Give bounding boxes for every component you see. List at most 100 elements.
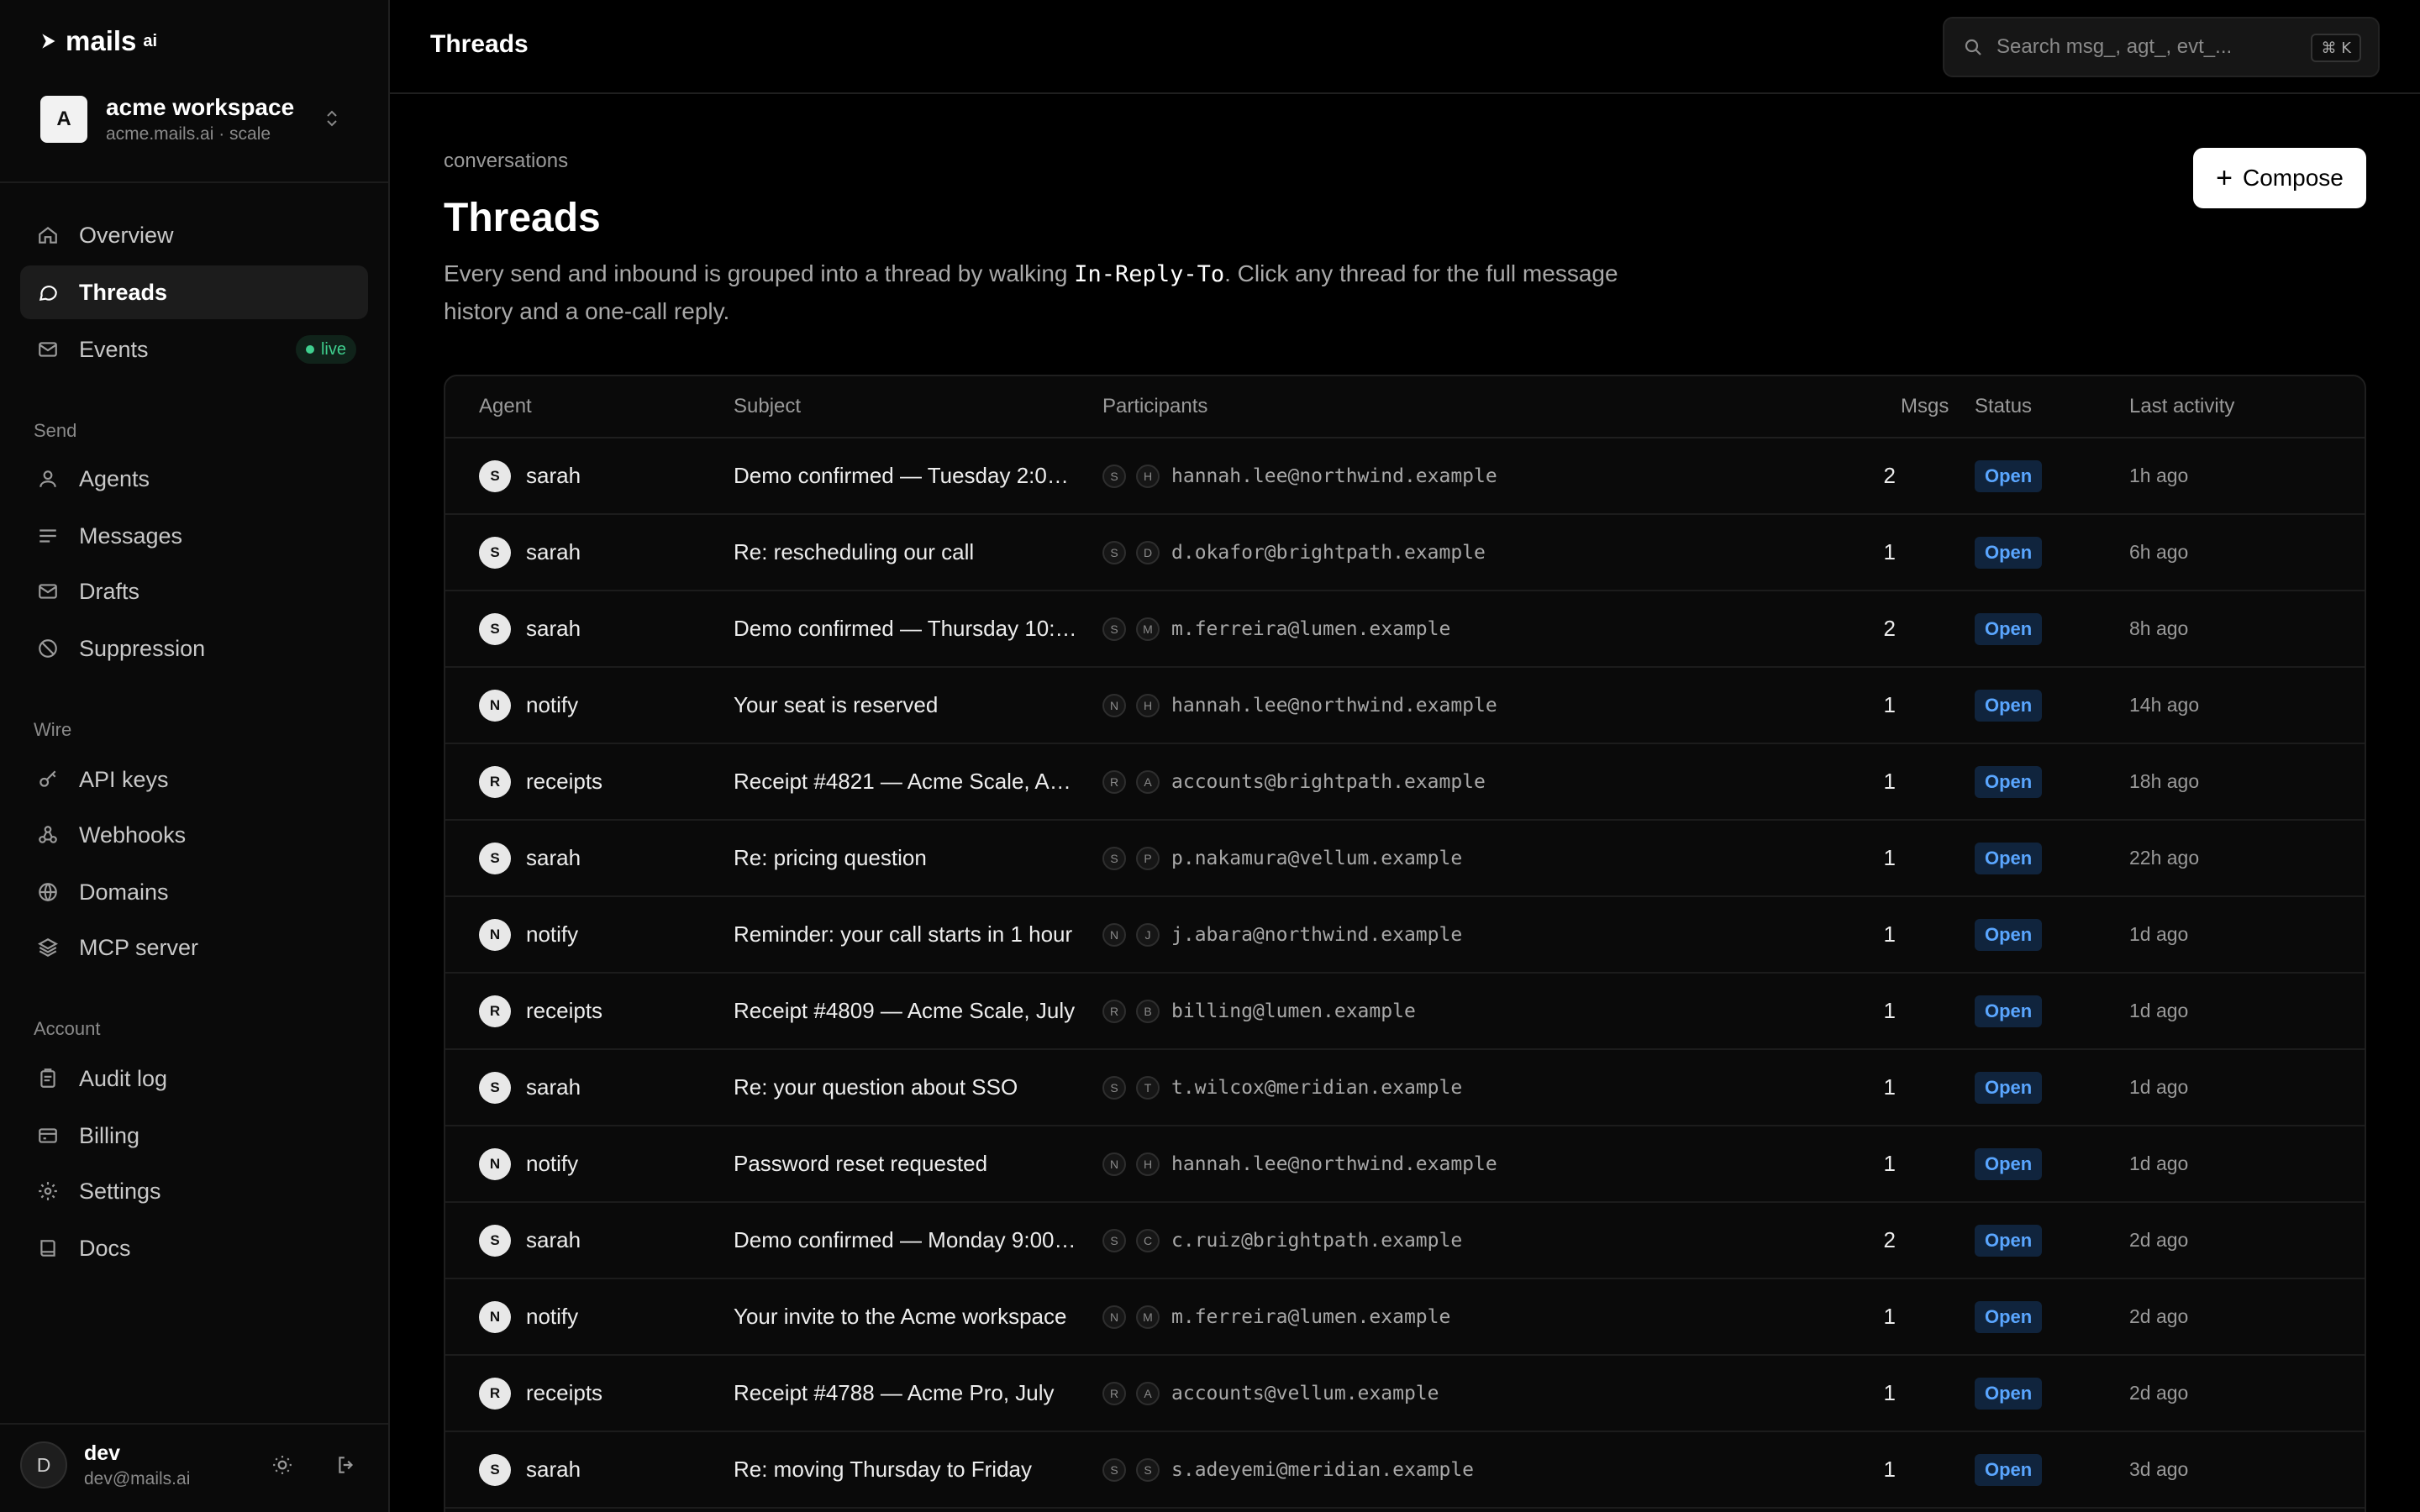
thread-subject: Demo confirmed — Thursday 10:00 AM: [734, 616, 1078, 641]
participants-cell: R Aaccounts@brightpath.example: [1102, 744, 1486, 819]
sidebar-item-threads[interactable]: Threads: [20, 265, 368, 319]
threads-table: Agent Subject Participants Msgs Status L…: [444, 375, 2366, 1512]
sidebar-item-docs[interactable]: Docs: [20, 1221, 368, 1275]
table-row[interactable]: Nnotify Reminder: your call starts in 1 h…: [445, 897, 2365, 974]
table-row[interactable]: Rreceipts Receipt #4821 — Acme Scale, Aug…: [445, 744, 2365, 821]
sidebar-item-webhooks[interactable]: Webhooks: [20, 808, 368, 862]
workspace-switcher[interactable]: A acme workspace acme.mails.ai · scale: [40, 94, 355, 144]
status-cell: Open: [1975, 1126, 2043, 1201]
participant-avatar: M: [1136, 1305, 1160, 1329]
message-count: 2: [1883, 616, 1896, 641]
topbar: Threads ⌘ K: [390, 0, 2420, 94]
sidebar-item-events[interactable]: Events live: [20, 323, 368, 376]
search-input[interactable]: [1996, 35, 2265, 59]
search-icon: [1965, 39, 1981, 55]
sidebar-item-messages[interactable]: Messages: [20, 509, 368, 563]
subject-cell: Demo confirmed — Thursday 10:00 AM: [734, 591, 1078, 666]
agent-cell: Ssarah: [479, 438, 581, 513]
mail-icon: [39, 584, 57, 599]
agent-cell: Rreceipts: [479, 1356, 602, 1431]
table-row[interactable]: Rreceipts Receipt #4788 — Acme Pro, July R…: [445, 1356, 2365, 1432]
sidebar-item-label: Overview: [79, 222, 174, 248]
subject-cell: Receipt #4821 — Acme Scale, August: [734, 744, 1078, 819]
agent-name: sarah: [526, 463, 581, 488]
table-row[interactable]: Rreceipts Receipt #4809 — Acme Scale, Jul…: [445, 974, 2365, 1050]
search-box[interactable]: ⌘ K: [1943, 17, 2380, 77]
table-row[interactable]: Nnotify Your seat is reserved N Hhannah.lee…: [445, 668, 2365, 744]
section-label-account: Account: [34, 1018, 101, 1039]
table-row[interactable]: Nnotify Your invite to the Acme workspace…: [445, 1279, 2365, 1356]
message-count: 1: [1883, 692, 1896, 717]
sidebar-item-mcp-server[interactable]: MCP server: [20, 921, 368, 974]
sidebar-item-settings[interactable]: Settings: [20, 1164, 368, 1218]
table-row[interactable]: Ssarah Re: your question about SSO S Tt.wil…: [445, 1050, 2365, 1126]
agent-cell: Ssarah: [479, 1050, 581, 1125]
key-icon: [39, 770, 56, 787]
participant-avatar: N: [1102, 693, 1126, 717]
sidebar-item-overview[interactable]: Overview: [20, 208, 368, 262]
workspace-subtitle: acme.mails.ai · scale: [106, 124, 271, 144]
status-badge: Open: [1975, 1377, 2043, 1410]
participants-cell: R Bbilling@lumen.example: [1102, 974, 1416, 1048]
status-badge: Open: [1975, 536, 2043, 569]
message-count: 1: [1883, 921, 1896, 947]
status-badge: Open: [1975, 612, 2043, 645]
participant-avatar: S: [1102, 1075, 1126, 1100]
agent-name: notify: [526, 692, 579, 717]
last-activity-time: 2d ago: [2129, 1229, 2189, 1251]
sidebar-item-api-keys[interactable]: API keys: [20, 753, 368, 806]
msgs-cell: 2: [1845, 1203, 1896, 1278]
compose-label: Compose: [2243, 165, 2344, 191]
msgs-cell: 1: [1845, 974, 1896, 1048]
brand-logo[interactable]: mails ai: [39, 25, 157, 57]
agent-cell: Nnotify: [479, 668, 578, 743]
sidebar-item-label: Messages: [79, 522, 183, 549]
sidebar-item-billing[interactable]: Billing: [20, 1109, 368, 1163]
webhook-icon: [39, 826, 57, 843]
compose-button[interactable]: + Compose: [2193, 148, 2366, 208]
sidebar-item-agents[interactable]: Agents: [20, 452, 368, 506]
last-activity-cell: 8h ago: [2129, 591, 2188, 666]
participant-avatar: H: [1136, 693, 1160, 717]
sidebar-item-suppression[interactable]: Suppression: [20, 622, 368, 675]
table-row[interactable]: Ssarah Demo confirmed — Thursday 10:00 AM…: [445, 591, 2365, 668]
subject-cell: Reminder: your call starts in 1 hour: [734, 897, 1078, 972]
table-row[interactable]: Ssarah Re: rescheduling our call S Dd.okafo…: [445, 515, 2365, 591]
participant-avatar: N: [1102, 922, 1126, 947]
logout-button[interactable]: [329, 1448, 363, 1482]
thread-subject: Reminder: your call starts in 1 hour: [734, 921, 1073, 947]
avatar[interactable]: D: [20, 1441, 67, 1488]
table-row[interactable]: Ssarah Re: pricing question S Pp.nakamura@v…: [445, 821, 2365, 897]
live-badge-label: live: [320, 339, 346, 359]
last-activity-time: 1h ago: [2129, 465, 2189, 486]
column-header-status: Status: [1975, 395, 2033, 417]
agent-cell: Ssarah: [479, 591, 581, 666]
last-activity-cell: 2d ago: [2129, 1203, 2188, 1278]
thread-subject: Re: your question about SSO: [734, 1074, 1018, 1100]
status-badge: Open: [1975, 1453, 2043, 1486]
status-badge: Open: [1975, 765, 2043, 798]
table-row[interactable]: Ssarah Demo confirmed — Monday 9:00 AM S Cc…: [445, 1203, 2365, 1279]
status-cell: Open: [1975, 1203, 2043, 1278]
last-activity-cell: 22h ago: [2129, 821, 2199, 895]
participant-avatar: S: [1102, 617, 1126, 641]
last-activity-time: 2d ago: [2129, 1382, 2189, 1404]
agent-avatar: S: [479, 1453, 511, 1486]
sidebar-item-audit-log[interactable]: Audit log: [20, 1052, 368, 1105]
last-activity-cell: 1d ago: [2129, 1126, 2188, 1201]
message-count: 1: [1883, 1151, 1896, 1176]
sidebar-item-domains[interactable]: Domains: [20, 865, 368, 919]
table-row[interactable]: Ssarah Re: moving Thursday to Friday S Ss.a…: [445, 1432, 2365, 1509]
table-row[interactable]: Ssarah Demo confirmed — Tuesday 2:00 PM S H…: [445, 438, 2365, 515]
agent-avatar: N: [479, 689, 511, 722]
last-activity-cell: 1h ago: [2129, 438, 2188, 513]
status-badge: Open: [1975, 1071, 2043, 1104]
table-row[interactable]: Nnotify Password reset requested N Hhannah.…: [445, 1126, 2365, 1203]
agent-cell: Rreceipts: [479, 744, 602, 819]
theme-toggle-button[interactable]: [266, 1448, 299, 1482]
participant-email: m.ferreira@lumen.example: [1171, 1305, 1451, 1328]
participant-avatar: R: [1102, 769, 1126, 794]
participant-avatar: N: [1102, 1152, 1126, 1176]
sidebar-item-drafts[interactable]: Drafts: [20, 564, 368, 618]
last-activity-time: 18h ago: [2129, 770, 2200, 792]
